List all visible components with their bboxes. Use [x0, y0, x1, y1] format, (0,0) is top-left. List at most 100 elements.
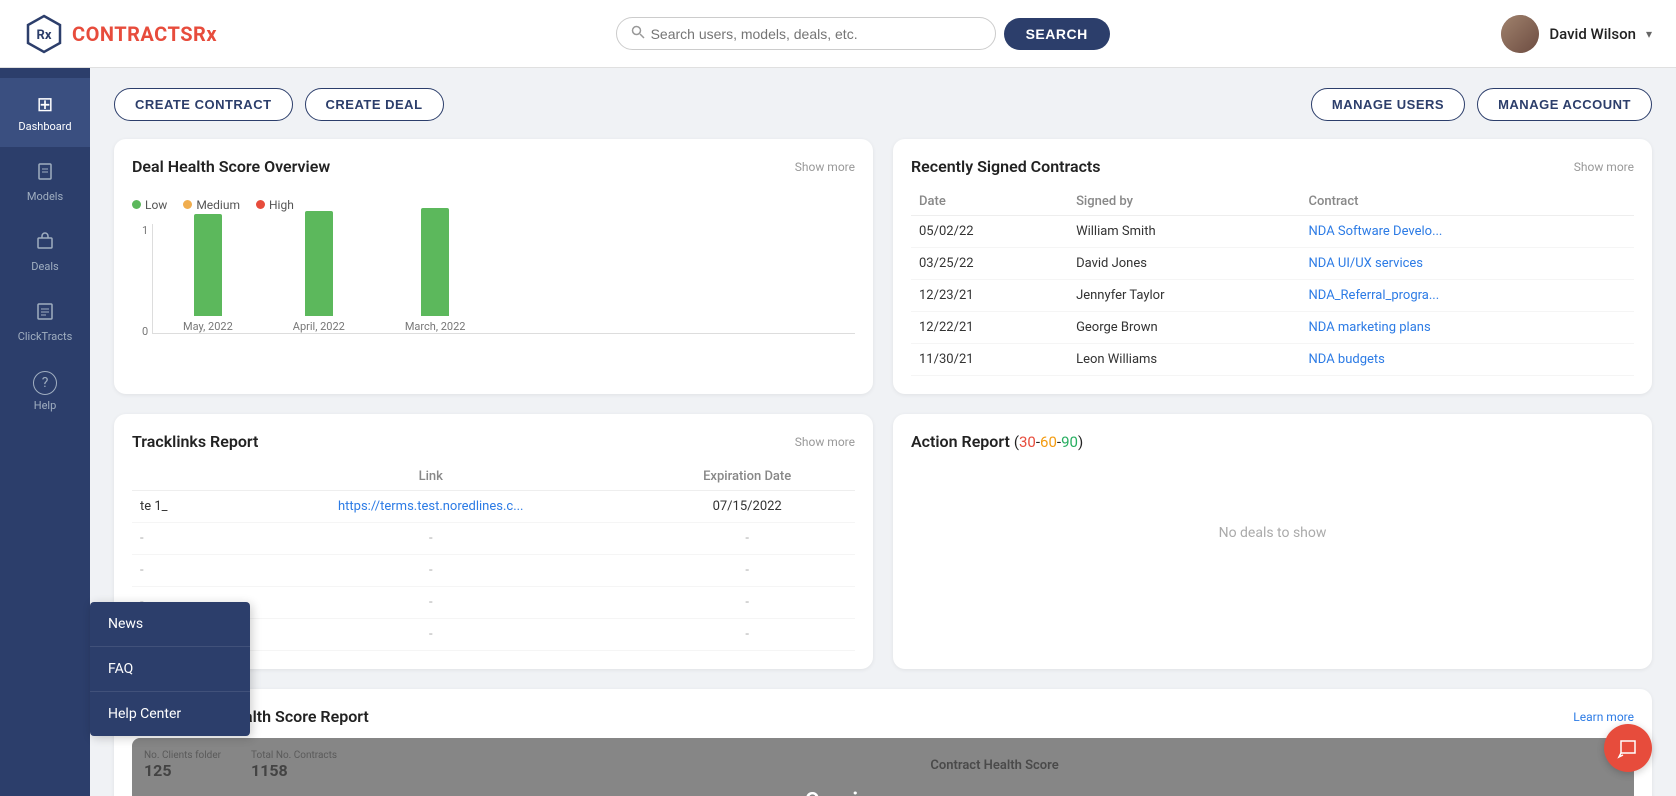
bar-march: March, 2022: [405, 208, 466, 333]
logo-area: Rx CONTRACTSRx: [24, 14, 224, 54]
bar-may: May, 2022: [183, 214, 233, 333]
action-buttons-row: CREATE CONTRACT CREATE DEAL MANAGE USERS…: [114, 88, 1652, 121]
sidebar-item-label: Dashboard: [18, 120, 71, 133]
chart-bars: May, 2022 April, 2022 March, 2022: [152, 224, 855, 334]
logo-icon: Rx: [24, 14, 64, 54]
legend-high: High: [256, 198, 294, 212]
create-deal-button[interactable]: CREATE DEAL: [305, 88, 444, 121]
coming-soon-overlay: Coming soon...: [132, 738, 1634, 796]
tracklinks-show-more[interactable]: Show more: [795, 435, 855, 449]
sidebar-item-label: Deals: [31, 260, 58, 273]
models-icon: [35, 161, 55, 186]
user-name: David Wilson: [1549, 25, 1636, 43]
bar-april: April, 2022: [293, 211, 345, 333]
logo-text: CONTRACTSRx: [72, 22, 217, 46]
sidebar-item-clicktracts[interactable]: ClickTracts: [0, 287, 90, 357]
sidebar-item-dashboard[interactable]: ⊞ Dashboard: [0, 78, 90, 147]
cell-date: 12/23/21: [911, 280, 1068, 312]
manage-account-button[interactable]: MANAGE ACCOUNT: [1477, 88, 1652, 121]
cell-expiration: -: [639, 619, 855, 651]
coming-soon-text: Coming soon...: [805, 789, 961, 796]
bar-may-label: May, 2022: [183, 320, 233, 333]
health-table-wrapper: No. Clients folder 125 Total No. Contrac…: [132, 738, 1634, 796]
deal-health-show-more[interactable]: Show more: [795, 160, 855, 174]
cell-contract[interactable]: NDA_Referral_progra...: [1301, 280, 1634, 312]
create-contract-button[interactable]: CREATE CONTRACT: [114, 88, 293, 121]
deal-health-header: Deal Health Score Overview Show more: [132, 157, 855, 176]
action-report-title: Action Report (30-60-90): [911, 432, 1083, 451]
bar-april-label: April, 2022: [293, 320, 345, 333]
recently-signed-card: Recently Signed Contracts Show more Date…: [893, 139, 1652, 394]
deal-health-card: Deal Health Score Overview Show more Low…: [114, 139, 873, 394]
cell-signed-by: Leon Williams: [1068, 344, 1300, 376]
top-cards-row: Deal Health Score Overview Show more Low…: [114, 139, 1652, 394]
help-menu-helpcenter[interactable]: Help Center: [90, 692, 250, 736]
sidebar-item-models[interactable]: Models: [0, 147, 90, 217]
app-body: ⊞ Dashboard Models Deals ClickTracts ? H…: [0, 68, 1676, 796]
left-action-buttons: CREATE CONTRACT CREATE DEAL: [114, 88, 1311, 121]
cell-expiration: -: [639, 587, 855, 619]
contracts-table-head: Date Signed by Contract: [911, 188, 1634, 216]
action-report-card: Action Report (30-60-90) No deals to sho…: [893, 414, 1652, 669]
search-area: SEARCH: [224, 17, 1501, 50]
cell-contract[interactable]: NDA budgets: [1301, 344, 1634, 376]
cell-link[interactable]: https://terms.test.noredlines.c...: [222, 491, 639, 523]
learn-more-link[interactable]: Learn more: [1573, 710, 1634, 724]
search-input[interactable]: [651, 26, 981, 42]
col-date: Date: [911, 188, 1068, 216]
sidebar-item-deals[interactable]: Deals: [0, 217, 90, 287]
clicktracts-icon: [35, 301, 55, 326]
cell-name: te 1_: [132, 491, 222, 523]
cell-name: -: [132, 555, 222, 587]
cell-signed-by: William Smith: [1068, 216, 1300, 248]
help-menu-faq[interactable]: FAQ: [90, 647, 250, 692]
contracts-table-body: 05/02/22 William Smith NDA Software Deve…: [911, 216, 1634, 376]
col-link: Link: [222, 463, 639, 491]
right-action-buttons: MANAGE USERS MANAGE ACCOUNT: [1311, 88, 1652, 121]
main-content: CREATE CONTRACT CREATE DEAL MANAGE USERS…: [90, 68, 1676, 796]
bottom-cards-row: Tracklinks Report Show more Link Expirat…: [114, 414, 1652, 669]
legend-low: Low: [132, 198, 167, 212]
table-row: 05/02/22 William Smith NDA Software Deve…: [911, 216, 1634, 248]
legend-medium: Medium: [183, 198, 240, 212]
table-row: 12/23/21 Jennyfer Taylor NDA_Referral_pr…: [911, 280, 1634, 312]
action-report-header: Action Report (30-60-90): [911, 432, 1634, 451]
cell-signed-by: David Jones: [1068, 248, 1300, 280]
sidebar-item-label: Models: [27, 190, 63, 203]
col-contract: Contract: [1301, 188, 1634, 216]
health-score-header: ContractsRx Health Score Report Learn mo…: [132, 707, 1634, 726]
cell-link: -: [222, 555, 639, 587]
cell-expiration: 07/15/2022: [639, 491, 855, 523]
cell-date: 05/02/22: [911, 216, 1068, 248]
cell-contract[interactable]: NDA UI/UX services: [1301, 248, 1634, 280]
recently-signed-show-more[interactable]: Show more: [1574, 160, 1634, 174]
sidebar: ⊞ Dashboard Models Deals ClickTracts ? H…: [0, 68, 90, 796]
user-area[interactable]: David Wilson ▾: [1501, 15, 1652, 53]
svg-text:Rx: Rx: [37, 28, 52, 43]
chart-legend: Low Medium High: [132, 198, 855, 212]
avatar: [1501, 15, 1539, 53]
help-menu-news[interactable]: News: [90, 602, 250, 647]
recently-signed-header: Recently Signed Contracts Show more: [911, 157, 1634, 176]
cell-contract[interactable]: NDA marketing plans: [1301, 312, 1634, 344]
bar-march-label: March, 2022: [405, 320, 466, 333]
cell-date: 03/25/22: [911, 248, 1068, 280]
contracts-table: Date Signed by Contract 05/02/22 William…: [911, 188, 1634, 376]
list-item: - - -: [132, 555, 855, 587]
cell-contract[interactable]: NDA Software Develo...: [1301, 216, 1634, 248]
help-dropdown: News FAQ Help Center: [90, 602, 250, 736]
sidebar-item-help[interactable]: ? Help: [0, 357, 90, 426]
bar-may-rect: [194, 214, 222, 316]
search-button[interactable]: SEARCH: [1004, 18, 1110, 50]
tracklinks-header: Tracklinks Report Show more: [132, 432, 855, 451]
table-row: 03/25/22 David Jones NDA UI/UX services: [911, 248, 1634, 280]
table-row: 11/30/21 Leon Williams NDA budgets: [911, 344, 1634, 376]
deals-icon: [35, 231, 55, 256]
no-deals-text: No deals to show: [1219, 525, 1327, 541]
bar-april-rect: [305, 211, 333, 316]
y-axis-bottom: 0: [142, 325, 148, 338]
chat-button[interactable]: [1604, 724, 1652, 772]
chevron-down-icon: ▾: [1646, 27, 1652, 41]
range-30: 30: [1019, 433, 1036, 451]
manage-users-button[interactable]: MANAGE USERS: [1311, 88, 1465, 121]
